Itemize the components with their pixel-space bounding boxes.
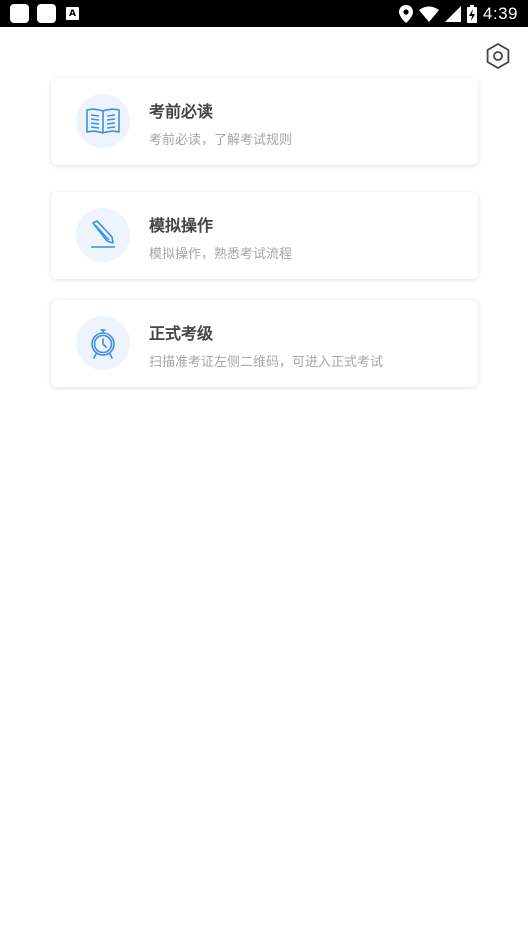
- book-icon: [86, 108, 120, 134]
- card-title: 考前必读: [149, 102, 214, 121]
- system-icons: 4:39: [398, 3, 518, 24]
- card-description: 考前必读，了解考试规则: [149, 133, 293, 148]
- notification-app-icon: [10, 4, 29, 23]
- card-mock-operation[interactable]: 模拟操作 模拟操作，熟悉考试流程: [51, 192, 478, 279]
- battery-charging-icon: [466, 4, 477, 23]
- card-icon-circle: [76, 208, 130, 262]
- card-title: 模拟操作: [149, 216, 214, 235]
- clock-time: 4:39: [482, 3, 518, 23]
- location-icon: [398, 4, 413, 23]
- cell-signal-icon: [444, 5, 461, 22]
- card-formal-exam[interactable]: 正式考级 扫描准考证左侧二维码，可进入正式考试: [51, 300, 478, 387]
- card-title: 正式考级: [149, 324, 214, 343]
- card-exam-guide[interactable]: 考前必读 考前必读，了解考试规则: [51, 78, 478, 165]
- alarm-clock-icon: [91, 329, 115, 359]
- settings-hexagon-icon: [486, 43, 510, 69]
- card-description: 模拟操作，熟悉考试流程: [149, 247, 293, 262]
- card-icon-circle: [76, 94, 130, 148]
- notification-a-icon: A: [66, 7, 79, 20]
- notification-app-icon: [37, 4, 56, 23]
- card-description: 扫描准考证左侧二维码，可进入正式考试: [149, 355, 384, 370]
- settings-button[interactable]: [484, 42, 512, 70]
- notification-icons: A: [10, 4, 79, 23]
- status-bar: A 4:39: [0, 0, 528, 27]
- wifi-icon: [418, 6, 439, 22]
- card-icon-circle: [76, 316, 130, 370]
- pencil-icon: [91, 220, 115, 248]
